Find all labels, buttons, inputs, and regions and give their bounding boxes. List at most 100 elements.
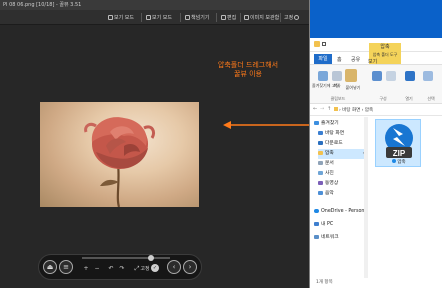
view-icon	[146, 15, 151, 20]
zip-name-label: 압축	[397, 160, 406, 165]
nav-label: 음악	[325, 191, 334, 196]
desktop-icon	[318, 130, 323, 135]
zip-file-item[interactable]: ZIP 압축	[375, 119, 421, 167]
nav-label: 사진	[325, 171, 334, 176]
nav-label: 압축	[325, 151, 334, 156]
nav-label: 동영상	[325, 181, 339, 186]
image-viewer-window: PI 08 06.png [10/18] - 꿀뷰 3.51 보기 모드 보기 …	[0, 0, 309, 288]
copy-icon[interactable]	[332, 71, 342, 81]
menu-label: 보기 모드	[152, 15, 172, 21]
music-icon	[318, 190, 323, 195]
seek-track[interactable]	[82, 257, 170, 259]
new-folder-icon[interactable]	[386, 71, 396, 81]
organize-icon[interactable]	[372, 71, 382, 81]
nav-network[interactable]: 네트워크	[314, 233, 368, 243]
viewer-title: PI 08 06.png [10/18] - 꿀뷰 3.51	[0, 0, 309, 10]
ribbon-tab-home[interactable]: 홈	[337, 56, 342, 63]
zip-badge: ZIP	[393, 149, 406, 158]
compress-tab-title: 압축	[380, 44, 390, 50]
ribbon-tab-file[interactable]: 파일	[314, 54, 332, 64]
menu-label: 책넘기기	[191, 15, 210, 21]
download-icon	[318, 140, 323, 145]
pin-label: 즐겨찾기에 고정	[312, 83, 340, 88]
storage-icon	[244, 15, 249, 20]
next-icon[interactable]: ›	[183, 260, 197, 274]
properties-icon[interactable]	[405, 71, 415, 81]
network-icon	[314, 234, 319, 239]
navigation-pane: 즐겨찾기 바탕 화면✎ 다운로드✎ 압축✎ 문서✎ 사진✎ 동영상 음악 One…	[310, 117, 370, 279]
group-open: 열기	[405, 96, 413, 101]
menu-pin[interactable]: 고정	[284, 14, 300, 22]
menu-divider	[141, 13, 142, 22]
select-icon[interactable]	[423, 71, 433, 81]
rotate-left-icon[interactable]: ↶	[107, 265, 115, 273]
menu-label: 이미지 보관함	[250, 15, 280, 21]
menu-view-mode-2[interactable]: 보기 모드	[146, 14, 172, 22]
drag-annotation: 압축폴더 드레그해서 꿀뷰 이용	[186, 61, 310, 79]
book-icon	[185, 15, 190, 20]
eject-icon[interactable]: ⏏	[43, 260, 57, 274]
paste-icon[interactable]	[345, 69, 357, 82]
menu-book-mode[interactable]: 책넘기기	[185, 14, 209, 22]
menu-divider	[180, 13, 181, 22]
group-select: 선택	[427, 96, 435, 101]
checkbox-icon	[322, 42, 326, 46]
nav-label: OneDrive - Personal	[321, 209, 369, 214]
picture-icon	[318, 170, 323, 175]
menu-divider	[216, 13, 217, 22]
group-organize: 구성	[379, 96, 387, 101]
nav-quick-access[interactable]: 즐겨찾기	[314, 119, 368, 129]
zip-file-name: 압축	[376, 159, 422, 165]
check-icon[interactable]: ✓	[151, 264, 159, 272]
back-icon[interactable]: ←	[313, 106, 317, 112]
menu-label: 편집	[227, 15, 237, 21]
nav-label: 내 PC	[321, 222, 334, 227]
forward-icon[interactable]: →	[320, 106, 324, 112]
zoom-out-button[interactable]: −	[93, 265, 101, 273]
nav-this-pc[interactable]: 내 PC	[314, 220, 368, 230]
annotation-line-1: 압축폴더 드레그해서	[217, 61, 279, 69]
fixed-label[interactable]: 고정	[138, 265, 152, 273]
previous-icon[interactable]: ‹	[167, 260, 181, 274]
nav-label: 문서	[325, 161, 334, 166]
view-mode-icon	[108, 15, 113, 20]
seek-knob[interactable]	[148, 255, 154, 261]
rose-image	[84, 117, 156, 207]
nav-label: 다운로드	[325, 141, 343, 146]
annotation-line-2: 꿀뷰 이용	[234, 70, 262, 78]
desktop: PI 08 06.png [10/18] - 꿀뷰 3.51 보기 모드 보기 …	[0, 0, 442, 288]
menu-icon[interactable]: ≡	[59, 260, 73, 274]
folder-icon	[318, 150, 323, 155]
viewer-menu-bar: 보기 모드 보기 모드 책넘기기 편집 이미지 보관함 고정	[0, 10, 309, 25]
pin-to-quick-access-icon[interactable]	[318, 71, 328, 81]
folder-icon	[314, 41, 320, 47]
menu-view-mode[interactable]: 보기 모드	[108, 14, 134, 22]
cloud-icon	[314, 208, 319, 213]
computer-icon	[314, 221, 319, 226]
sync-icon	[392, 159, 397, 163]
nav-label: 즐겨찾기	[321, 121, 339, 126]
rose-photo	[40, 102, 199, 207]
up-icon[interactable]: ↑	[327, 106, 331, 112]
address-bar[interactable]: ← → ↑ › 바탕 화면 › 압축	[310, 104, 442, 116]
zoom-in-button[interactable]: +	[82, 265, 90, 273]
menu-divider	[240, 13, 241, 22]
video-icon	[318, 180, 323, 185]
nav-onedrive[interactable]: OneDrive - Personal	[314, 207, 369, 217]
menu-edit[interactable]: 편집	[221, 14, 236, 22]
menu-image-storage[interactable]: 이미지 보관함	[244, 14, 279, 22]
star-icon	[314, 120, 319, 125]
menu-label: 보기 모드	[114, 15, 134, 21]
group-clipboard: 클립보드	[330, 96, 346, 101]
nav-compressed[interactable]: 압축✎	[318, 149, 368, 159]
ribbon-panel: 즐겨찾기에 고정 복사 붙여넣기 클립보드 구성 열기 선택	[310, 64, 442, 104]
edit-icon	[221, 15, 226, 20]
ribbon-tab-share[interactable]: 공유	[351, 56, 360, 63]
address-path: › 바탕 화면 › 압축	[339, 108, 374, 113]
paste-label: 붙여넣기	[345, 85, 361, 90]
document-icon	[318, 160, 323, 165]
rotate-right-icon[interactable]: ↷	[118, 265, 126, 273]
pin-icon	[294, 15, 300, 20]
nav-label: 네트워크	[321, 235, 339, 240]
copy-label: 복사	[333, 83, 341, 88]
